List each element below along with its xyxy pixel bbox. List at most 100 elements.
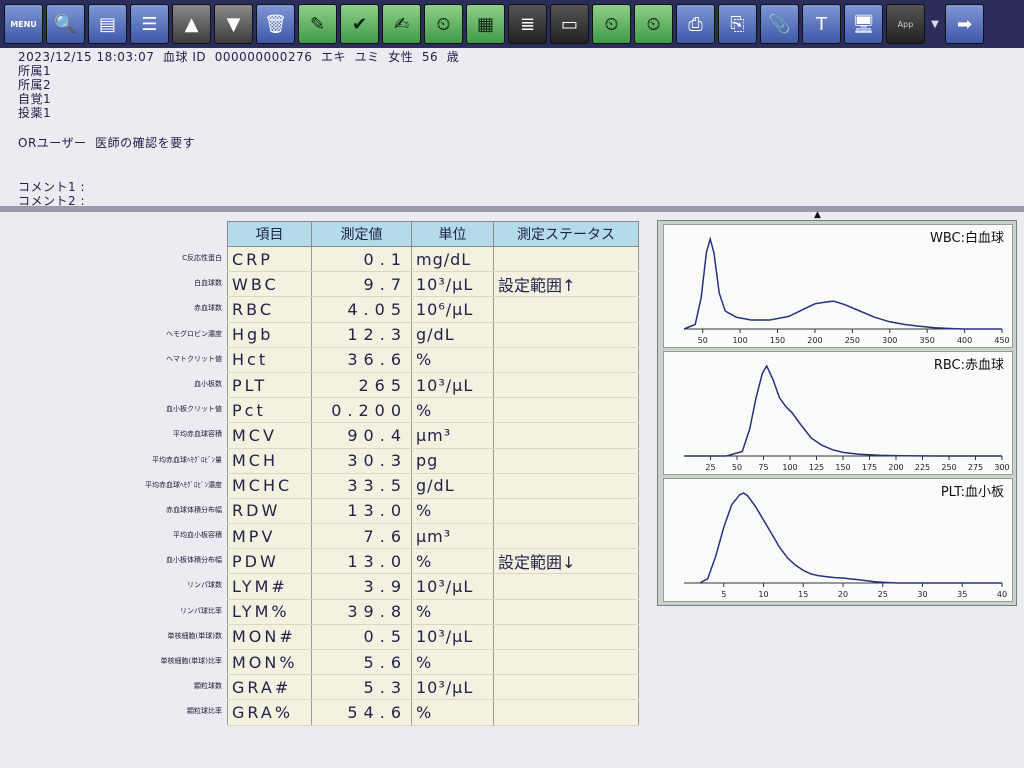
value-cell: 13.0	[311, 498, 412, 525]
unit-cell: %	[411, 699, 494, 726]
app-dropdown-icon[interactable]: ▼	[928, 19, 942, 30]
table-row[interactable]: MCHC 33.5 g/dL	[227, 473, 639, 499]
table-row[interactable]: RBC 4.05 10⁶/μL	[227, 296, 639, 323]
clock-check-button[interactable]: ⏲	[424, 4, 463, 44]
monitor-icon: 🖥	[852, 13, 875, 35]
item-cell: LYM#	[227, 573, 312, 600]
print-copy-icon: ⎘	[730, 13, 745, 35]
text-button[interactable]: T	[802, 4, 841, 44]
tick-label: 40	[997, 590, 1007, 599]
header-item: 項目	[227, 221, 312, 247]
table-row[interactable]: MON% 5.6%	[227, 649, 639, 676]
row-label: C反応性蛋白	[182, 254, 222, 262]
list-button[interactable]: ☰	[130, 4, 169, 44]
table-row[interactable]: Hct 36.6%	[227, 347, 639, 373]
or-user-note: ORユーザー 医師の確認を要す	[18, 136, 196, 150]
tick-label: 125	[809, 463, 824, 472]
row-label: 顆粒球比率	[187, 707, 222, 716]
status-cell	[493, 296, 639, 323]
table-row[interactable]: WBC 9.7 10³/μL 設定範囲↑	[227, 271, 639, 298]
status-cell	[493, 624, 639, 651]
value-cell: 3.9	[311, 573, 412, 600]
clock-chart-button[interactable]: ⏲	[634, 4, 673, 44]
menu-button[interactable]: MENU	[4, 4, 43, 44]
tick-label: 75	[758, 463, 768, 472]
grid-button[interactable]: ▦	[466, 4, 505, 44]
value-cell: 13.0	[311, 548, 412, 575]
print-copy-button[interactable]: ⎘	[718, 4, 757, 44]
monitor-button[interactable]: 🖥	[844, 4, 883, 44]
ruler-button[interactable]: ▭	[550, 4, 589, 44]
tick-label: 35	[957, 590, 967, 599]
tick-label: 275	[968, 463, 983, 472]
table-row[interactable]: Pct 0.200%	[227, 397, 639, 424]
item-cell: MCH	[227, 448, 312, 474]
row-label: 平均赤血球ﾍﾓｸﾞﾛﾋﾞﾝ濃度	[145, 480, 222, 489]
edit-or-button[interactable]: ✎	[298, 4, 337, 44]
table-row[interactable]: RDW 13.0%	[227, 498, 639, 525]
value-cell: 5.3	[311, 674, 412, 701]
delete-button[interactable]: 🗑	[256, 4, 295, 44]
item-cell: MPV	[227, 523, 312, 550]
tick-label: 300	[994, 463, 1009, 472]
item-cell: CRP	[227, 246, 312, 273]
note-button[interactable]: ✍	[382, 4, 421, 44]
splitter-arrow-icon[interactable]: ▲	[814, 210, 821, 220]
table-row[interactable]: MON# 0.5 10³/μL	[227, 624, 639, 651]
status-cell	[493, 599, 639, 625]
table-row[interactable]: MCH 30.3 pg	[227, 448, 639, 474]
clock-doc-button[interactable]: ⏲	[592, 4, 631, 44]
status-cell	[493, 246, 639, 273]
histogram-panel: 50 100 150 200 250 300 350 400 450 WBC:白血球 25 50 75…	[657, 220, 1017, 606]
tick-label: 50	[732, 463, 742, 472]
grid-icon: ▦	[476, 13, 494, 35]
unit-cell: pg	[411, 448, 494, 474]
histogram-title: RBC:赤血球	[934, 358, 1004, 373]
unit-cell: %	[411, 347, 494, 373]
check-or-button[interactable]: ✔	[340, 4, 379, 44]
paperclip-icon: 📎	[768, 13, 791, 35]
document-button[interactable]: ▤	[88, 4, 127, 44]
table-row[interactable]: Hgb 12.3 g/dL	[227, 322, 639, 348]
histogram-curve	[699, 492, 1002, 584]
search-icon: 🔍	[54, 13, 77, 35]
attach-button[interactable]: 📎	[760, 4, 799, 44]
histogram-curve	[683, 236, 1002, 330]
row-label: 単核細胞(単球)数	[167, 631, 222, 640]
app-button[interactable]: App	[886, 4, 925, 44]
table-row[interactable]: CRP 0.1 mg/dL	[227, 246, 639, 273]
unit-cell: μm³	[411, 422, 494, 449]
table-row[interactable]: GRA# 5.3 10³/μL	[227, 674, 639, 701]
down-arrow-icon: ▼	[226, 13, 241, 35]
histogram-title: PLT:血小板	[941, 485, 1004, 500]
search-button[interactable]: 🔍	[46, 4, 85, 44]
patient-header: 2023/12/15 18:03:07 血球 ID 000000000276 エ…	[18, 50, 1008, 208]
item-cell: LYM%	[227, 599, 312, 625]
table-row[interactable]: LYM# 3.9 10³/μL	[227, 573, 639, 600]
previous-button[interactable]: ▲	[172, 4, 211, 44]
table-row[interactable]: LYM% 39.8%	[227, 599, 639, 625]
table-row[interactable]: PDW 13.0% 設定範囲↓	[227, 548, 639, 575]
value-cell: 54.6	[311, 699, 412, 726]
table-row[interactable]: PLT 265 10³/μL	[227, 372, 639, 399]
table-row[interactable]: MPV 7.6 μm³	[227, 523, 639, 550]
table-row[interactable]: MCV 90.4 μm³	[227, 422, 639, 449]
item-cell: MON%	[227, 649, 312, 676]
list-icon: ☰	[141, 13, 158, 35]
unit-cell: g/dL	[411, 473, 494, 499]
lines-button[interactable]: ≣	[508, 4, 547, 44]
value-cell: 0.5	[311, 624, 412, 651]
print-button[interactable]: ⎙	[676, 4, 715, 44]
tick-label: 5	[721, 590, 726, 599]
unit-cell: %	[411, 548, 494, 575]
forward-button[interactable]: ➡	[945, 4, 984, 44]
item-cell: GRA%	[227, 699, 312, 726]
item-cell: MCV	[227, 422, 312, 449]
status-cell	[493, 674, 639, 701]
splitter-bar[interactable]	[0, 206, 1024, 212]
table-row[interactable]: GRA% 54.6%	[227, 699, 639, 726]
next-button[interactable]: ▼	[214, 4, 253, 44]
tick-label: 225	[915, 463, 930, 472]
value-cell: 30.3	[311, 448, 412, 474]
tick-label: 150	[835, 463, 850, 472]
